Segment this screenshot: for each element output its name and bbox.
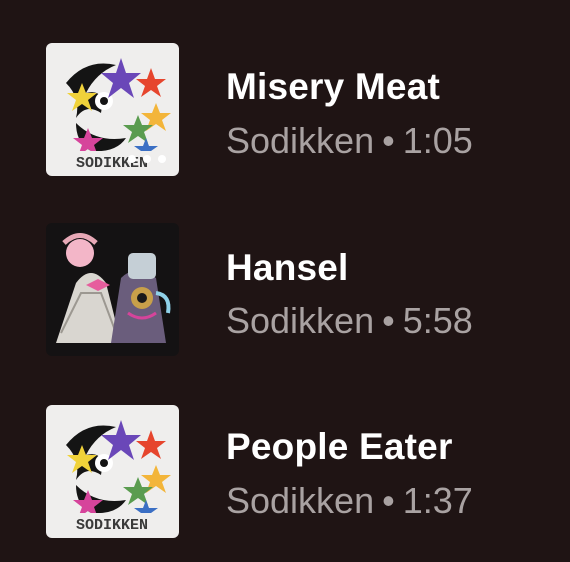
track-duration: 1:05	[402, 120, 473, 161]
track-meta: Sodikken • 1:05	[226, 120, 473, 162]
track-artist: Sodikken	[226, 480, 375, 521]
star-cover-art-image: SODIKKEN	[46, 405, 179, 538]
album-label-text: SODIKKEN	[76, 517, 148, 534]
album-art-thumbnail[interactable]	[46, 223, 179, 356]
meta-separator: •	[382, 480, 395, 521]
track-meta: Sodikken • 1:37	[226, 480, 473, 522]
track-duration: 1:37	[402, 480, 473, 521]
meta-separator: •	[382, 300, 395, 341]
meta-separator: •	[382, 120, 395, 161]
track-title: People Eater	[226, 426, 453, 467]
track-row-people-eater[interactable]: SODIKKEN People Eater Sodikken • 1:37	[0, 390, 570, 540]
more-options-dots-icon[interactable]	[128, 155, 166, 163]
track-artist: Sodikken	[226, 300, 375, 341]
couple-collage-art-image	[46, 223, 179, 356]
track-artist: Sodikken	[226, 120, 375, 161]
track-list: SODIKKEN Misery Meat Sodikken • 1:05 Han…	[0, 0, 570, 562]
track-row-misery-meat[interactable]: SODIKKEN Misery Meat Sodikken • 1:05	[0, 30, 570, 180]
track-duration: 5:58	[402, 300, 473, 341]
track-title: Hansel	[226, 247, 349, 288]
track-title: Misery Meat	[226, 66, 441, 107]
track-meta: Sodikken • 5:58	[226, 300, 473, 342]
track-row-hansel[interactable]: Hansel Sodikken • 5:58	[0, 210, 570, 360]
album-art-thumbnail[interactable]: SODIKKEN	[46, 405, 179, 538]
